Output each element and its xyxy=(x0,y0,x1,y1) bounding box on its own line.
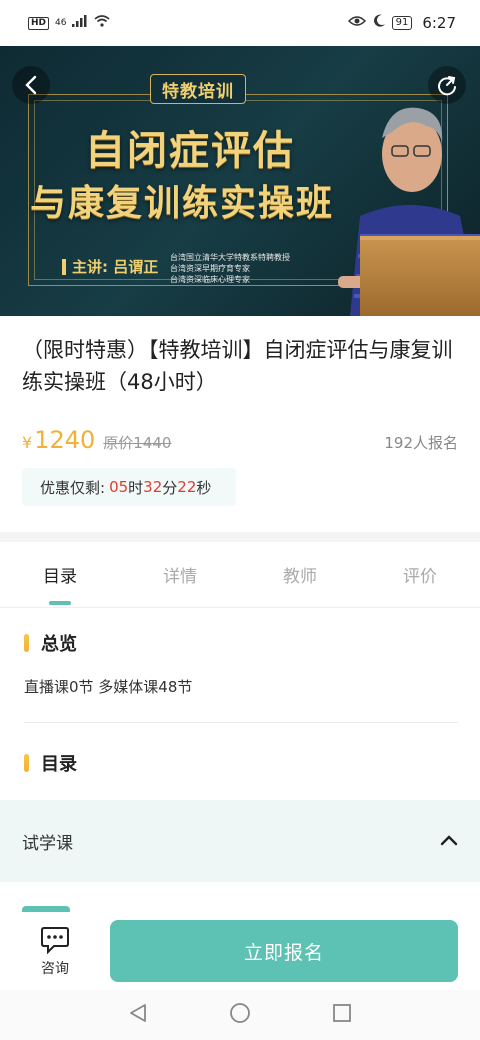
speaker-desc: 台湾国立清华大学特教系特聘教授 台湾资深早期疗育专家 台湾资深临床心理专家 xyxy=(170,252,290,285)
section-divider xyxy=(0,532,480,542)
status-left: HD 46 xyxy=(28,15,110,31)
price-row: ¥1240 原价1440 192人报名 xyxy=(22,426,458,454)
catalog-heading-text: 目录 xyxy=(41,754,77,775)
consult-button[interactable]: 咨询 xyxy=(30,926,80,978)
promo-countdown: 优惠仅剩: 05 时 32 分 22 秒 xyxy=(22,468,236,506)
battery-icon: 91 xyxy=(391,16,413,30)
nav-back-icon[interactable] xyxy=(127,1002,149,1028)
chevron-up-icon[interactable] xyxy=(440,831,458,851)
countdown-label: 优惠仅剩: xyxy=(40,478,106,497)
back-button[interactable] xyxy=(12,66,50,104)
banner-title-line2: 与康复训练实操班 xyxy=(29,183,334,224)
banner-title-line1: 自闭症评估 xyxy=(85,128,295,174)
hd-badge: HD xyxy=(28,16,50,30)
signup-button[interactable]: 立即报名 xyxy=(110,920,458,982)
speaker-bar xyxy=(62,258,66,275)
nav-recents-icon[interactable] xyxy=(331,1002,353,1028)
overview-heading: 总览 xyxy=(24,630,77,656)
divider-line xyxy=(24,722,458,723)
countdown-seconds: 22 xyxy=(177,478,197,496)
moon-icon xyxy=(372,14,386,32)
signal-icon xyxy=(72,15,88,31)
status-right: 91 6:27 xyxy=(347,14,456,32)
clock: 6:27 xyxy=(422,14,456,32)
currency-symbol: ¥ xyxy=(22,433,33,452)
consult-label: 咨询 xyxy=(41,961,69,977)
overview-text: 直播课0节 多媒体课48节 xyxy=(24,678,193,696)
banner-tag: 特教培训 xyxy=(150,74,246,104)
speaker-desc-line: 台湾资深临床心理专家 xyxy=(170,275,250,284)
heading-marker xyxy=(24,754,29,772)
teacher-photo xyxy=(330,76,480,316)
countdown-s-unit: 秒 xyxy=(196,478,212,497)
eye-icon xyxy=(347,15,366,31)
system-nav-bar xyxy=(0,990,480,1040)
price-left: ¥1240 原价1440 xyxy=(22,426,171,454)
chevron-left-icon xyxy=(25,75,37,95)
tab-teacher[interactable]: 教师 xyxy=(240,542,360,607)
share-button[interactable] xyxy=(428,66,466,104)
chat-icon xyxy=(41,927,69,954)
status-bar: HD 46 91 6:27 xyxy=(0,0,480,46)
banner-speaker: 主讲: 吕谓正 xyxy=(62,256,158,277)
overview-heading-text: 总览 xyxy=(41,634,77,655)
signup-count: 192人报名 xyxy=(384,434,458,452)
current-price: ¥1240 xyxy=(22,426,95,454)
speaker-name: 主讲: 吕谓正 xyxy=(72,258,159,276)
speaker-desc-line: 台湾国立清华大学特教系特聘教授 xyxy=(170,253,290,262)
podium xyxy=(360,236,480,316)
course-banner: 特教培训 自闭症评估 与康复训练实操班 主讲: 吕谓正 台湾国立清华大学特教系特… xyxy=(0,46,480,316)
price-value: 1240 xyxy=(34,426,96,454)
countdown-hours: 05 xyxy=(109,478,129,496)
tab-details[interactable]: 详情 xyxy=(120,542,240,607)
countdown-minutes: 32 xyxy=(143,478,163,496)
wifi-icon xyxy=(94,15,110,31)
share-icon xyxy=(438,76,456,96)
tab-bar: 目录 详情 教师 评价 xyxy=(0,542,480,608)
trial-label: 试学课 xyxy=(22,833,73,854)
speaker-desc-line: 台湾资深早期疗育专家 xyxy=(170,264,250,273)
tab-reviews[interactable]: 评价 xyxy=(360,542,480,607)
countdown-m-unit: 分 xyxy=(162,478,178,497)
trial-lessons-header[interactable]: 试学课 xyxy=(0,800,480,882)
catalog-heading: 目录 xyxy=(24,750,77,776)
course-title: （限时特惠）【特教培训】自闭症评估与康复训练实操班（48小时） xyxy=(22,338,453,394)
tab-catalog[interactable]: 目录 xyxy=(0,542,120,607)
countdown-h-unit: 时 xyxy=(128,478,144,497)
original-price: 原价1440 xyxy=(103,434,172,452)
nav-home-icon[interactable] xyxy=(229,1002,251,1028)
network-type: 46 xyxy=(55,18,67,28)
bottom-action-bar: 咨询 立即报名 xyxy=(0,912,480,988)
heading-marker xyxy=(24,634,29,652)
